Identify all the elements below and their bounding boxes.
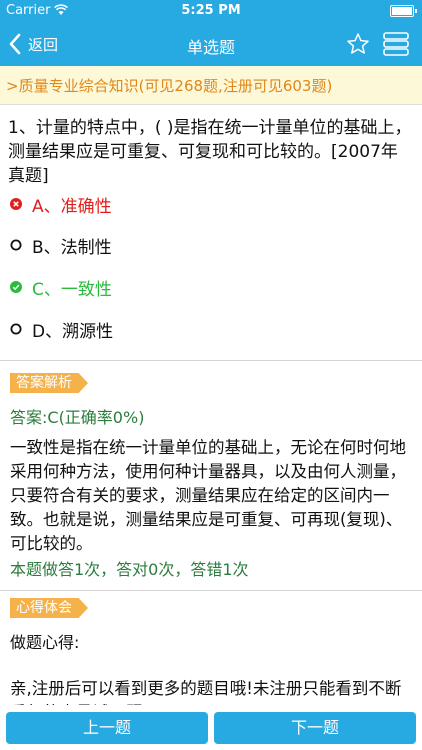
star-icon[interactable] [346,32,370,56]
question-text: 1、计量的特点中，( )是指在统一计量单位的基础上，测量结果应是可重复、可复现和… [8,118,412,186]
option-d[interactable]: D、溯源性 [10,316,113,342]
navigation-bar: 返回 单选题 [0,22,422,66]
option-label: B、法制性 [32,237,112,258]
battery-icon [390,5,417,17]
section-divider [0,590,422,591]
option-label: A、准确性 [32,196,112,217]
radio-empty-icon [10,323,22,335]
attempt-stats: 本题做答1次，答对0次，答错1次 [10,560,249,579]
explanation-text: 一致性是指在统一计量单位的基础上，无论在何时何地采用何种方法，使用何种计量器具，… [10,438,406,553]
category-label: >质量专业综合知识(可见268题,注册可见603题) [6,77,333,95]
option-a[interactable]: A、准确性 [10,191,112,217]
option-label: C、一致性 [32,279,112,300]
wrong-icon [10,198,22,210]
correct-icon [10,281,22,293]
notes-title: 做题心得: [10,633,80,652]
clock: 5:25 PM [181,3,241,18]
bottom-toolbar: 上一题 下一题 [0,705,422,750]
analysis-tag: 答案解析 [10,373,88,393]
list-menu-icon[interactable] [382,31,410,57]
notes-tag: 心得体会 [10,598,88,618]
option-c[interactable]: C、一致性 [10,274,112,300]
section-divider [0,360,422,361]
next-question-button[interactable]: 下一题 [214,712,416,744]
status-bar: Carrier 5:25 PM [0,0,422,22]
previous-question-button[interactable]: 上一题 [6,712,208,744]
category-header[interactable]: >质量专业综合知识(可见268题,注册可见603题) [0,66,422,105]
option-label: D、溯源性 [32,321,114,342]
radio-empty-icon [10,239,22,251]
option-b[interactable]: B、法制性 [10,232,112,258]
answer-text: 答案:C(正确率0%) [10,408,145,427]
